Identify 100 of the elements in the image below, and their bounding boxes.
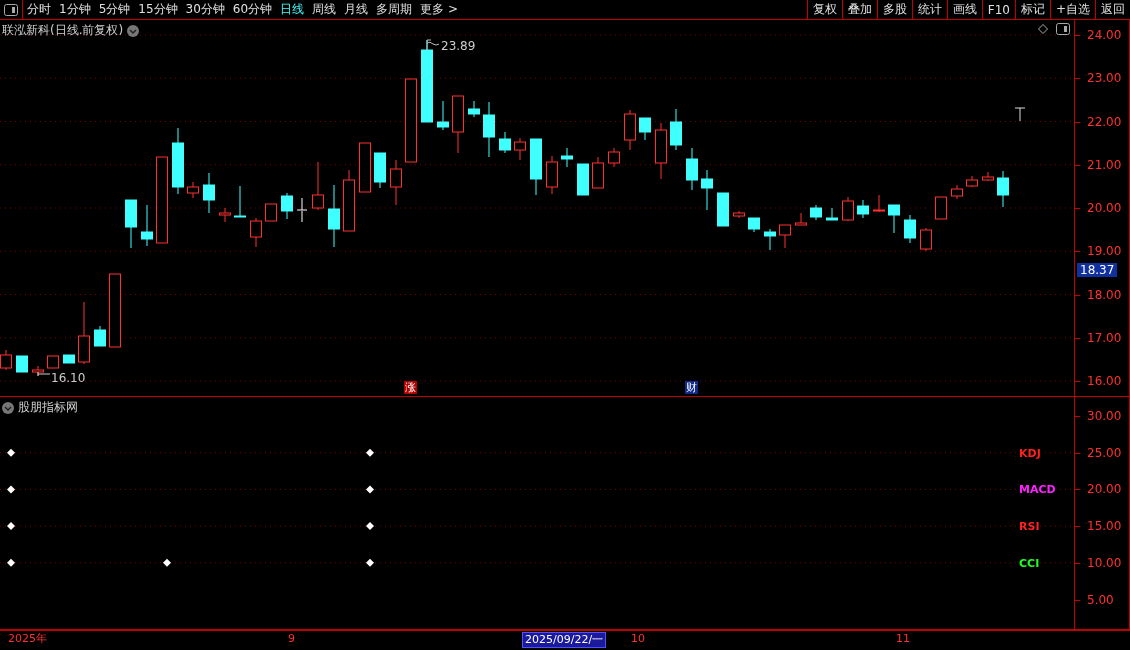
candle [888, 204, 900, 234]
toolbar-button[interactable]: F10 [981, 0, 1015, 19]
indicator-label: KDJ [1019, 446, 1041, 460]
candle [63, 354, 75, 364]
candle [686, 147, 698, 191]
candle [857, 199, 869, 219]
candle [514, 137, 526, 161]
candle [141, 204, 153, 247]
candle [250, 217, 262, 248]
panel-toggle-icon[interactable] [4, 3, 18, 16]
signal-diamond [366, 485, 374, 494]
signal-diamond [7, 522, 15, 531]
candle [904, 214, 916, 244]
panel-toggle-icon[interactable] [1056, 23, 1070, 35]
high-price-label: 23.89 [441, 39, 476, 53]
indicator-title: 股朋指标网 [18, 399, 78, 416]
period-tab[interactable]: 更多 > [416, 0, 462, 19]
candle [312, 161, 324, 211]
candle [592, 156, 604, 189]
period-tab[interactable]: 日线 [276, 0, 309, 19]
candle [577, 163, 589, 196]
candle [717, 192, 729, 227]
toolbar-button[interactable]: 返回 [1095, 0, 1130, 19]
price-tick: 24.00 [1087, 28, 1122, 42]
price-tick: 22.00 [1087, 114, 1122, 129]
signal-diamond [366, 522, 374, 531]
period-tab[interactable]: 15分钟 [134, 0, 182, 19]
price-tick: 20.00 [1087, 201, 1122, 215]
signal-diamond [163, 558, 171, 567]
candle [390, 159, 402, 206]
price-tick: 21.00 [1087, 157, 1122, 172]
candle [234, 185, 246, 218]
candle [826, 207, 838, 221]
candle [779, 224, 791, 249]
candle [670, 108, 682, 151]
candle [203, 172, 215, 214]
candle [748, 217, 760, 233]
toolbar-button[interactable]: 统计 [911, 0, 947, 19]
indicator-tick: 10.00 [1087, 555, 1122, 570]
candle [78, 301, 90, 365]
date-label: 2025/09/22/一 [522, 632, 607, 648]
candle [296, 197, 308, 223]
candle [328, 184, 340, 248]
candle [172, 127, 184, 195]
candle [219, 207, 231, 223]
period-tab[interactable]: 30分钟 [181, 0, 229, 19]
date-label: 10 [630, 632, 646, 646]
candle [701, 169, 713, 211]
signal-diamond [7, 558, 15, 567]
candle [951, 184, 963, 200]
chevron-down-icon[interactable] [127, 24, 140, 37]
period-tab[interactable]: 月线 [340, 0, 373, 19]
candle [982, 171, 994, 182]
signal-diamond [7, 448, 15, 457]
price-tick: 23.00 [1087, 71, 1122, 86]
toolbar-button[interactable]: 复权 [806, 0, 842, 19]
candle [546, 155, 558, 195]
candle [187, 181, 199, 199]
low-price-label: 16.10 [51, 371, 86, 385]
candle [624, 109, 636, 151]
candle [530, 138, 542, 196]
candle [764, 228, 776, 251]
flag-icon [426, 39, 440, 51]
period-tab[interactable]: 分时 [23, 0, 55, 19]
candle [94, 325, 106, 347]
candle [639, 117, 651, 141]
indicator-tick: 30.00 [1087, 409, 1122, 423]
indicator-tick: 15.00 [1087, 519, 1122, 534]
candle [810, 204, 822, 221]
candle [935, 196, 947, 220]
toolbar-button[interactable]: 多股 [876, 0, 912, 19]
candle [873, 194, 885, 213]
event-marker[interactable]: 涨 [404, 381, 417, 394]
candle [499, 131, 511, 154]
toolbar-button[interactable]: 叠加 [841, 0, 877, 19]
candle [966, 175, 978, 188]
chevron-down-icon[interactable] [2, 401, 14, 414]
period-tab[interactable]: 60分钟 [228, 0, 277, 19]
toolbar-button[interactable]: 标记 [1014, 0, 1050, 19]
candle [608, 147, 620, 168]
date-label: 9 [287, 632, 296, 646]
signal-diamond [7, 485, 15, 494]
price-tick: 16.00 [1087, 374, 1122, 388]
toolbar-button[interactable]: 画线 [946, 0, 982, 19]
signal-diamond [366, 558, 374, 567]
date-label: 11 [895, 632, 911, 646]
event-marker[interactable]: 财 [685, 381, 698, 394]
price-tick: 18.00 [1087, 287, 1122, 302]
period-tab[interactable]: 1分钟 [55, 0, 95, 19]
toolbar-button[interactable]: +自选 [1049, 0, 1095, 19]
candle [281, 192, 293, 220]
candle [468, 100, 480, 118]
diamond-icon[interactable] [1038, 24, 1048, 34]
period-tab[interactable]: 5分钟 [94, 0, 135, 19]
indicator-tick: 5.00 [1087, 592, 1114, 607]
period-tab[interactable]: 多周期 [372, 0, 417, 19]
candle [561, 147, 573, 168]
period-tab[interactable]: 周线 [308, 0, 341, 19]
signal-diamond [366, 448, 374, 457]
candle [842, 196, 854, 222]
